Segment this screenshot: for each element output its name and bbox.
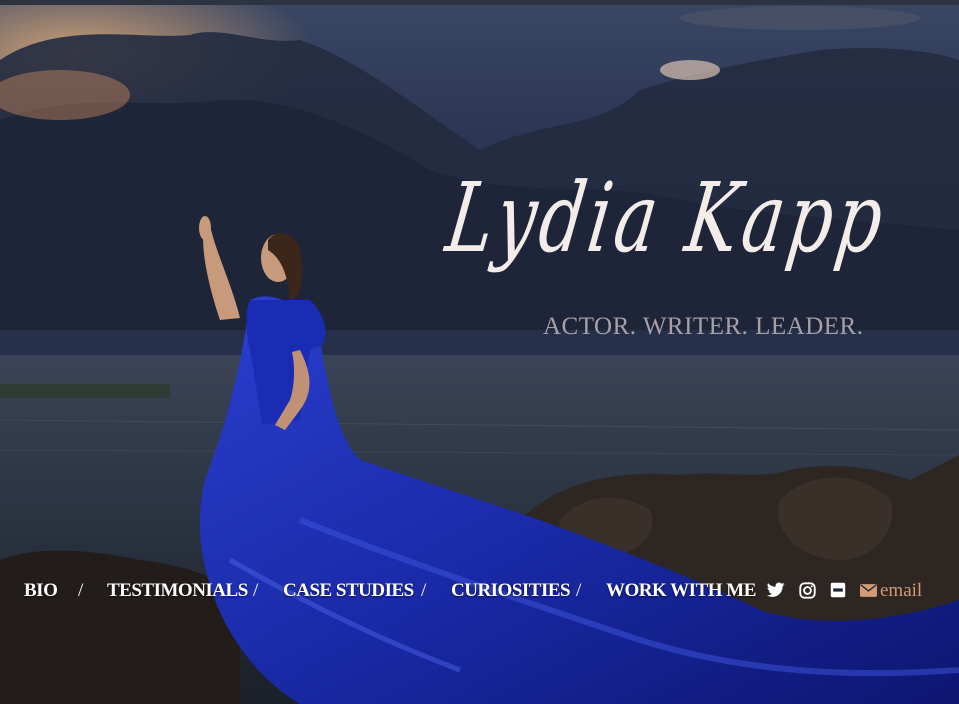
nav-case-studies[interactable]: CASE STUDIES (283, 580, 414, 602)
nav-separator: / (253, 580, 259, 601)
twitter-icon[interactable] (766, 582, 787, 602)
nav-testimonials[interactable]: TESTIMONIALS (107, 580, 248, 602)
instagram-icon[interactable] (799, 582, 819, 602)
nav-separator: / (421, 580, 427, 601)
nav-bio[interactable]: BIO (24, 580, 58, 602)
imdb-icon[interactable] (830, 582, 850, 602)
envelope-icon (860, 584, 877, 597)
nav-curiosities[interactable]: CURIOSITIES (451, 580, 571, 602)
main-nav: BIO / TESTIMONIALS / CASE STUDIES / CURI… (0, 580, 959, 608)
top-bar (0, 0, 959, 5)
site-name-text: Lydia Kapp (440, 162, 894, 274)
nav-separator: / (576, 580, 582, 601)
nav-work-with-me[interactable]: WORK WITH ME (606, 580, 756, 602)
hero-banner: Lydia Kapp ACTOR. WRITER. LEADER. BIO / … (0, 0, 959, 704)
nav-separator: / (78, 580, 84, 601)
email-link[interactable]: email (860, 580, 922, 602)
site-name[interactable]: Lydia Kapp (440, 160, 894, 330)
email-label: email (880, 580, 923, 601)
tagline: ACTOR. WRITER. LEADER. (543, 313, 864, 340)
